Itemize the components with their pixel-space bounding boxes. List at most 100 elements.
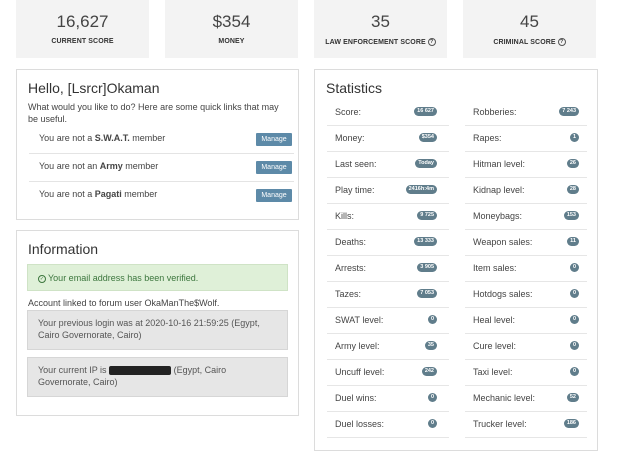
redacted-ip — [109, 366, 172, 376]
stat-value-badge: 11 — [567, 237, 579, 246]
help-icon[interactable]: ? — [557, 38, 566, 46]
stat-label: Trucker level: — [473, 419, 527, 429]
stat-value-badge: 7 243 — [559, 107, 579, 116]
stat-label: Duel wins: — [335, 393, 377, 403]
stat-value-badge: 1 — [569, 133, 579, 142]
stat-label: Cure level: — [473, 341, 517, 351]
stat-card-money: $354 MONEY — [165, 0, 298, 58]
stat-row-right-7: Hotdogs sales: 0 — [465, 282, 587, 308]
membership-text: You are not an — [39, 161, 100, 171]
stat-value-badge: 153 — [563, 211, 579, 220]
membership-text: member — [121, 189, 158, 199]
stat-row-left-3: Play time: 2416h:4m — [327, 178, 449, 204]
stat-row-left-0: Score: 16 627 — [327, 100, 449, 126]
stat-value-badge: 9 725 — [417, 211, 437, 220]
stat-row-left-4: Kills: 9 725 — [327, 204, 449, 230]
stat-value-badge: 35 — [424, 341, 437, 350]
stat-value-badge: 26 — [566, 159, 579, 168]
stat-row-right-11: Mechanic level: 52 — [465, 386, 587, 412]
help-icon[interactable]: ? — [427, 38, 436, 46]
stat-label: Money: — [335, 133, 365, 143]
stat-value-badge: 0 — [569, 289, 579, 298]
stat-label: SWAT level: — [335, 315, 384, 325]
check-circle-icon: ✓ — [38, 274, 46, 283]
stat-value-badge: 52 — [566, 393, 579, 402]
stat-value-badge: 0 — [569, 367, 579, 376]
statistics-panel: Statistics Score: 16 627 Money: $354 Last se… — [314, 69, 598, 451]
money-value: $354 — [212, 12, 251, 31]
manage-pagati-button[interactable]: Manage — [256, 189, 292, 202]
stat-row-left-2: Last seen: Today — [327, 152, 449, 178]
stat-card-law-enforcement: 35 LAW ENFORCEMENT SCORE? — [314, 0, 447, 58]
current-score-value: 16,627 — [56, 12, 109, 31]
stat-label: Weapon sales: — [473, 237, 533, 247]
stat-value-badge: 3 905 — [417, 263, 437, 272]
stat-value-badge: Today — [415, 159, 437, 168]
stat-value-badge: 242 — [421, 367, 437, 376]
stat-label: Play time: — [335, 185, 375, 195]
current-ip-box: Your current IP is (Egypt, Cairo Governo… — [27, 357, 288, 397]
stat-label: Moneybags: — [473, 211, 523, 221]
group-name: Army — [99, 161, 123, 171]
membership-row-pagati: You are not a Pagati member Manage — [29, 182, 294, 209]
stat-card-current-score: 16,627 CURRENT SCORE — [16, 0, 149, 58]
previous-login-box: Your previous login was at 2020-10-16 21… — [27, 310, 288, 350]
stat-label: Deaths: — [335, 237, 367, 247]
stat-row-right-1: Rapes: 1 — [465, 126, 587, 152]
law-enforcement-label: LAW ENFORCEMENT SCORE — [325, 38, 426, 46]
criminal-label: CRIMINAL SCORE — [493, 38, 556, 46]
stat-label: Mechanic level: — [473, 393, 536, 403]
stat-card-criminal: 45 CRIMINAL SCORE? — [463, 0, 596, 58]
stat-label: Heal level: — [473, 315, 516, 325]
forum-link-text: Account linked to forum user OkaManThe$W… — [28, 298, 220, 308]
manage-army-button[interactable]: Manage — [256, 161, 292, 174]
stat-value-badge: 0 — [427, 315, 437, 324]
manage-swat-button[interactable]: Manage — [256, 133, 292, 146]
stat-row-right-4: Moneybags: 153 — [465, 204, 587, 230]
stat-label: Arrests: — [335, 263, 367, 273]
stat-value-badge: 0 — [427, 419, 437, 428]
stat-label: Hotdogs sales: — [473, 289, 533, 299]
stat-row-right-0: Robberies: 7 243 — [465, 100, 587, 126]
stat-label: Army level: — [335, 341, 380, 351]
membership-row-army: You are not an Army member Manage — [29, 154, 294, 182]
stat-label: Last seen: — [335, 159, 377, 169]
stat-label: Item sales: — [473, 263, 517, 273]
stat-row-left-9: Army level: 35 — [327, 334, 449, 360]
hello-intro: What would you like to do? Here are some… — [28, 102, 279, 124]
email-verified-text: Your email address has been verified. — [48, 273, 199, 283]
membership-text: You are not a — [39, 189, 95, 199]
stat-value-badge: 0 — [427, 393, 437, 402]
membership-text: member — [122, 161, 159, 171]
criminal-value: 45 — [520, 12, 539, 31]
stat-label: Kills: — [335, 211, 355, 221]
stat-row-right-12: Trucker level: 186 — [465, 412, 587, 438]
group-name: Pagati — [94, 189, 122, 199]
stat-value-badge: 0 — [569, 315, 579, 324]
stat-value-badge: $354 — [418, 133, 437, 142]
stat-value-badge: 7 053 — [417, 289, 437, 298]
group-name: S.W.A.T. — [94, 133, 130, 143]
stat-label: Score: — [335, 107, 362, 117]
stat-row-left-6: Arrests: 3 905 — [327, 256, 449, 282]
money-label: MONEY — [218, 38, 245, 45]
stat-label: Robberies: — [473, 107, 517, 117]
stat-label: Taxi level: — [473, 367, 513, 377]
membership-text: You are not a — [39, 133, 95, 143]
stat-label: Kidnap level: — [473, 185, 525, 195]
statistics-title: Statistics — [326, 80, 383, 96]
current-ip-prefix: Your current IP is — [38, 365, 107, 375]
stat-row-left-5: Deaths: 13 333 — [327, 230, 449, 256]
stat-row-right-9: Cure level: 0 — [465, 334, 587, 360]
stat-row-right-3: Kidnap level: 28 — [465, 178, 587, 204]
stat-label: Duel losses: — [335, 419, 385, 429]
stat-row-right-10: Taxi level: 0 — [465, 360, 587, 386]
stat-value-badge: 186 — [563, 419, 579, 428]
stat-value-badge: 2416h:4m — [405, 185, 437, 194]
stat-label: Hitman level: — [473, 159, 526, 169]
stat-row-left-11: Duel wins: 0 — [327, 386, 449, 412]
email-verified-alert: ✓ Your email address has been verified. — [27, 264, 288, 291]
membership-text: member — [129, 133, 166, 143]
stat-row-right-5: Weapon sales: 11 — [465, 230, 587, 256]
hello-panel: Hello, [Lsrcr]Okaman What would you like… — [16, 69, 299, 220]
